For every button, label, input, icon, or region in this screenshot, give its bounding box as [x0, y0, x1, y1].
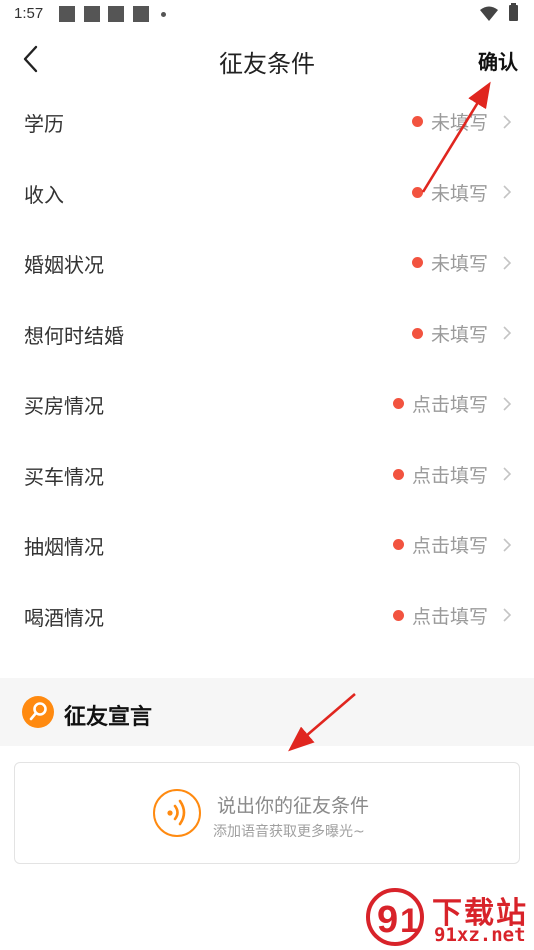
unfilled-dot [392, 609, 404, 621]
chevron-right-icon [503, 114, 512, 129]
chevron-right-icon [503, 608, 512, 622]
condition-row-marriage-time[interactable]: 想何时结婚 未填写 [0, 298, 534, 369]
chevron-right-icon [503, 326, 512, 340]
row-label: 想何时结婚 [24, 323, 124, 348]
unfilled-dot [411, 327, 423, 339]
notification-icon [59, 6, 75, 22]
row-label: 买车情况 [24, 464, 104, 489]
more-notifications-icon [161, 12, 166, 17]
row-label: 喝酒情况 [24, 605, 104, 630]
page-title: 征友条件 [219, 50, 315, 78]
unfilled-dot [411, 257, 423, 268]
chevron-right-icon [503, 255, 512, 270]
title-bar: 征友条件 确认 [0, 30, 534, 88]
declaration-title: 征友宣言 [64, 705, 153, 730]
notification-icon [108, 6, 124, 22]
declaration-section-header: 征友宣言 [0, 678, 534, 746]
row-label: 婚姻状况 [24, 253, 104, 277]
svg-text:9: 9 [377, 899, 398, 941]
confirm-button[interactable]: 确认 [478, 46, 518, 75]
watermark-url: 91xz.net [434, 924, 526, 946]
notification-icon [133, 6, 149, 22]
battery-icon [509, 3, 518, 21]
row-label: 买房情况 [24, 394, 104, 418]
wifi-icon [480, 6, 498, 21]
chevron-right-icon [503, 185, 512, 199]
row-value: 未填写 [430, 253, 488, 275]
row-value: 点击填写 [411, 535, 488, 557]
chevron-right-icon [503, 467, 512, 481]
unfilled-dot [411, 186, 423, 198]
unfilled-dot [392, 398, 404, 409]
voice-icon [153, 789, 201, 837]
unfilled-dot [392, 468, 404, 480]
row-label: 抽烟情况 [24, 535, 104, 559]
condition-row-income[interactable]: 收入 未填写 [0, 157, 534, 228]
condition-row-drinking[interactable]: 喝酒情况 点击填写 [0, 580, 534, 651]
row-value: 未填写 [430, 112, 488, 134]
voice-declaration-card[interactable]: 说出你的征友条件 添加语音获取更多曝光~ [14, 762, 520, 864]
unfilled-dot [411, 116, 423, 127]
condition-row-housing[interactable]: 买房情况 点击填写 [0, 368, 534, 439]
row-value: 未填写 [430, 182, 488, 205]
watermark: 9 1 下载站 91xz.net [360, 884, 534, 950]
row-label: 收入 [24, 182, 64, 207]
watermark-logo: 9 1 [366, 888, 424, 946]
row-value: 点击填写 [411, 605, 488, 628]
row-value: 未填写 [430, 323, 488, 346]
condition-row-marital-status[interactable]: 婚姻状况 未填写 [0, 227, 534, 298]
row-value: 点击填写 [411, 464, 488, 487]
svg-text:1: 1 [400, 902, 419, 940]
condition-row-car[interactable]: 买车情况 点击填写 [0, 439, 534, 510]
voice-prompt-title: 说出你的征友条件 [217, 795, 370, 817]
condition-row-education[interactable]: 学历 未填写 [0, 86, 534, 157]
row-label: 学历 [24, 112, 64, 136]
row-value: 点击填写 [411, 394, 488, 416]
unfilled-dot [392, 539, 404, 550]
condition-row-smoking[interactable]: 抽烟情况 点击填写 [0, 509, 534, 580]
condition-list: 学历 未填写 收入 未填写 婚姻状况 未填写 想何时结婚 未填写 买房情况 点击… [0, 86, 534, 650]
status-time: 1:57 [14, 5, 44, 22]
voice-prompt-subtitle: 添加语音获取更多曝光~ [213, 824, 365, 840]
chevron-right-icon [503, 396, 512, 411]
notification-icon [84, 6, 100, 22]
chevron-right-icon [503, 537, 512, 552]
status-bar: 1:57 [0, 0, 534, 30]
declaration-icon [22, 696, 54, 728]
